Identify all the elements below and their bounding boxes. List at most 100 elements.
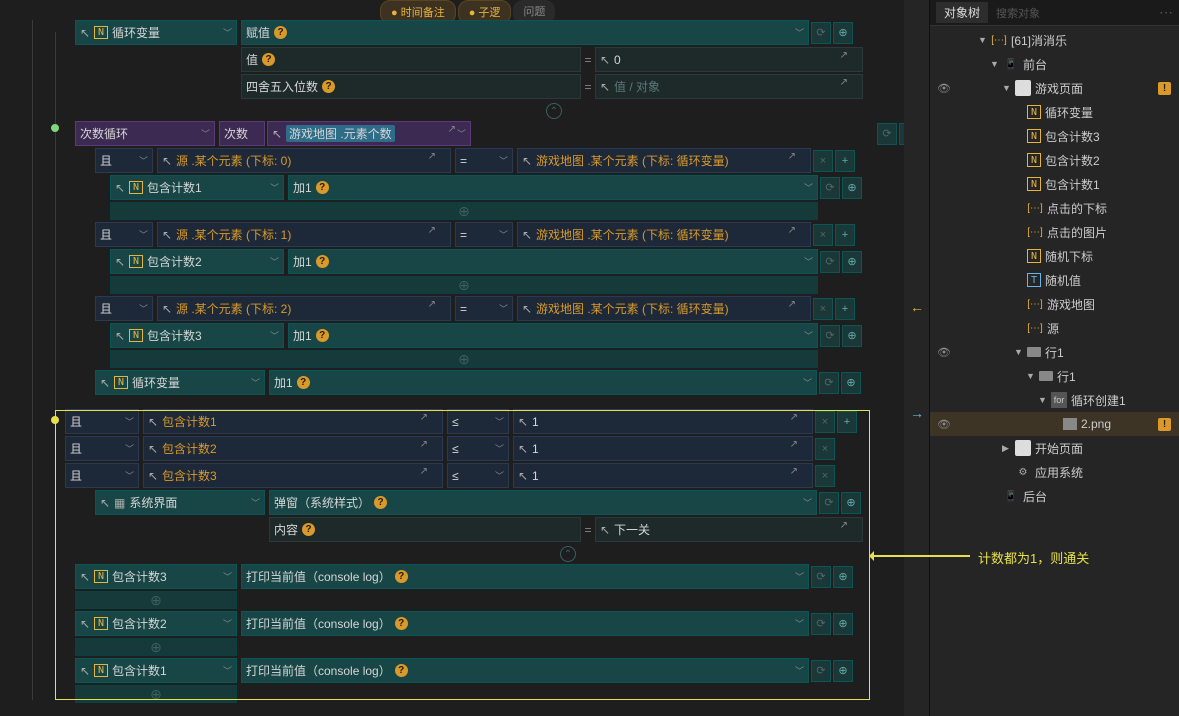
eye-icon[interactable]: 👁 (934, 418, 954, 431)
block-value-rhs[interactable]: ↖ 0 ↗ (595, 47, 863, 72)
eye-icon[interactable]: 👁 (934, 82, 954, 95)
block-eq[interactable]: =﹀ (455, 148, 513, 173)
block-inc[interactable]: ↖N包含计数2﹀ (110, 249, 284, 274)
refresh-button[interactable]: ⟳ (811, 613, 831, 635)
tree-row[interactable]: 👁 2.png ! (930, 412, 1179, 436)
block-inc-ref[interactable]: ↖包含计数2↗ (143, 436, 443, 461)
block-value[interactable]: 值 ? (241, 47, 581, 72)
block-lte[interactable]: ≤﹀ (447, 463, 509, 488)
block-content-rhs[interactable]: ↖ 下一关 ↗ (595, 517, 863, 542)
tree-row[interactable]: [⋯] 点击的下标 (930, 196, 1179, 220)
block-one[interactable]: ↖1↗ (513, 409, 813, 434)
block-print[interactable]: 打印当前值（console log）?﹀ (241, 611, 809, 636)
tree-row[interactable]: N 包含计数1 (930, 172, 1179, 196)
close-button[interactable]: × (813, 298, 833, 320)
refresh-button[interactable]: ⟳ (811, 566, 831, 588)
add-button[interactable]: ⊕ (841, 492, 861, 514)
block-eq[interactable]: =﹀ (455, 222, 513, 247)
block-inc-ref[interactable]: ↖包含计数3↗ (143, 463, 443, 488)
chevron-down-icon[interactable]: ﹀ (803, 376, 812, 389)
add-row[interactable]: ⊕ (75, 591, 237, 609)
help-icon[interactable]: ? (297, 376, 310, 389)
expand-icon[interactable]: ▼ (1002, 83, 1012, 93)
tree-row[interactable]: N 随机下标 (930, 244, 1179, 268)
block-plus1[interactable]: 加1 ? ﹀ (269, 370, 817, 395)
block-round-rhs[interactable]: ↖ 值 / 对象 ↗ (595, 74, 863, 99)
refresh-button[interactable]: ⟳ (820, 251, 840, 273)
chevron-down-icon[interactable]: ﹀ (457, 127, 466, 140)
add-button[interactable]: ⊕ (842, 251, 862, 273)
tree-panel[interactable]: ▼ [⋯] [61]消消乐 ▼ 📱 前台 👁 ▼ 游戏页面 ! N 循环变量 N… (930, 26, 1179, 716)
tree-row[interactable]: [⋯] 游戏地图 (930, 292, 1179, 316)
block-and[interactable]: 且﹀ (95, 222, 153, 247)
refresh-button[interactable]: ⟳ (877, 123, 897, 145)
tree-row[interactable]: T 随机值 (930, 268, 1179, 292)
block-one[interactable]: ↖1↗ (513, 463, 813, 488)
refresh-button[interactable]: ⟳ (811, 660, 831, 682)
expand-icon[interactable]: ↗ (448, 124, 456, 135)
block-plus1[interactable]: 加1?﹀ (288, 249, 818, 274)
block-src-elem[interactable]: ↖源 .某个元素 (下标: 1)↗ (157, 222, 451, 247)
refresh-button[interactable]: ⟳ (811, 22, 831, 44)
tree-row[interactable]: ▼ 行1 (930, 364, 1179, 388)
block-popup[interactable]: 弹窗（系统样式） ? ﹀ (269, 490, 817, 515)
expand-icon[interactable]: ↗ (840, 50, 848, 61)
tree-row[interactable]: [⋯] 源 (930, 316, 1179, 340)
side-tab[interactable]: 对象树 (936, 2, 988, 23)
block-and[interactable]: 且﹀ (65, 409, 139, 434)
chevron-down-icon[interactable]: ﹀ (201, 127, 210, 140)
tree-row[interactable]: ⚙ 应用系统 (930, 460, 1179, 484)
chevron-down-icon[interactable]: ﹀ (223, 26, 232, 39)
refresh-button[interactable]: ⟳ (819, 372, 839, 394)
block-content[interactable]: 内容 ? (269, 517, 581, 542)
chevron-down-icon[interactable]: ﹀ (251, 376, 260, 389)
tree-row[interactable]: 📱 后台 (930, 484, 1179, 508)
block-plus1[interactable]: 加1?﹀ (288, 323, 818, 348)
block-src-elem[interactable]: ↖源 .某个元素 (下标: 2)↗ (157, 296, 451, 321)
help-icon[interactable]: ? (374, 496, 387, 509)
side-search[interactable]: 搜索对象 (996, 5, 1155, 21)
help-icon[interactable]: ? (302, 523, 315, 536)
block-one[interactable]: ↖1↗ (513, 436, 813, 461)
block-and[interactable]: 且﹀ (65, 436, 139, 461)
add-button[interactable]: ⊕ (841, 372, 861, 394)
add-row[interactable]: ⊕ (110, 276, 818, 294)
expand-icon[interactable]: ▼ (1014, 347, 1024, 357)
expand-icon[interactable]: ▶ (1002, 443, 1012, 454)
block-print[interactable]: 打印当前值（console log）?﹀ (241, 564, 809, 589)
block-canvas[interactable]: ● 时间备注 ● 子逻 问题 ↖ N 循环变量 ﹀ 赋值 ? ﹀ ⟳ ⊕ 值 ?… (0, 0, 929, 716)
add-button[interactable]: + (835, 298, 855, 320)
collapse-button[interactable]: ⌃ (560, 546, 576, 562)
block-plus1[interactable]: 加1?﹀ (288, 175, 818, 200)
block-print[interactable]: 打印当前值（console log）?﹀ (241, 658, 809, 683)
block-lte[interactable]: ≤﹀ (447, 436, 509, 461)
block-src-elem[interactable]: ↖源 .某个元素 (下标: 0)↗ (157, 148, 451, 173)
tree-row[interactable]: N 包含计数2 (930, 148, 1179, 172)
tree-row[interactable]: ▼ 📱 前台 (930, 52, 1179, 76)
add-row[interactable]: ⊕ (75, 685, 237, 703)
tree-row[interactable]: 👁 ▼ 行1 (930, 340, 1179, 364)
block-inc[interactable]: ↖N包含计数2﹀ (75, 611, 237, 636)
eye-icon[interactable]: 👁 (934, 346, 954, 359)
tree-row[interactable]: N 包含计数3 (930, 124, 1179, 148)
block-inc[interactable]: ↖N包含计数1﹀ (75, 658, 237, 683)
block-and[interactable]: 且﹀ (95, 148, 153, 173)
block-sysui[interactable]: ↖ ▦ 系统界面 ﹀ (95, 490, 265, 515)
tree-row[interactable]: N 循环变量 (930, 100, 1179, 124)
chevron-down-icon[interactable]: ﹀ (803, 496, 812, 509)
block-loopvar[interactable]: ↖ N 循环变量 ﹀ (75, 20, 237, 45)
block-and[interactable]: 且﹀ (95, 296, 153, 321)
tree-row[interactable]: [⋯] 点击的图片 (930, 220, 1179, 244)
collapse-button[interactable]: ⌃ (546, 103, 562, 119)
add-row[interactable]: ⊕ (75, 638, 237, 656)
expand-icon[interactable]: ↗ (840, 77, 848, 88)
block-map-elem[interactable]: ↖游戏地图 .某个元素 (下标: 循环变量)↗ (517, 148, 811, 173)
block-inc[interactable]: ↖N包含计数3﹀ (110, 323, 284, 348)
close-button[interactable]: × (813, 150, 833, 172)
add-button[interactable]: ⊕ (842, 325, 862, 347)
close-button[interactable]: × (813, 224, 833, 246)
block-map-elem[interactable]: ↖游戏地图 .某个元素 (下标: 循环变量)↗ (517, 222, 811, 247)
block-inc-ref[interactable]: ↖包含计数1↗ (143, 409, 443, 434)
add-button[interactable]: ⊕ (833, 566, 853, 588)
add-row[interactable]: ⊕ (110, 350, 818, 368)
